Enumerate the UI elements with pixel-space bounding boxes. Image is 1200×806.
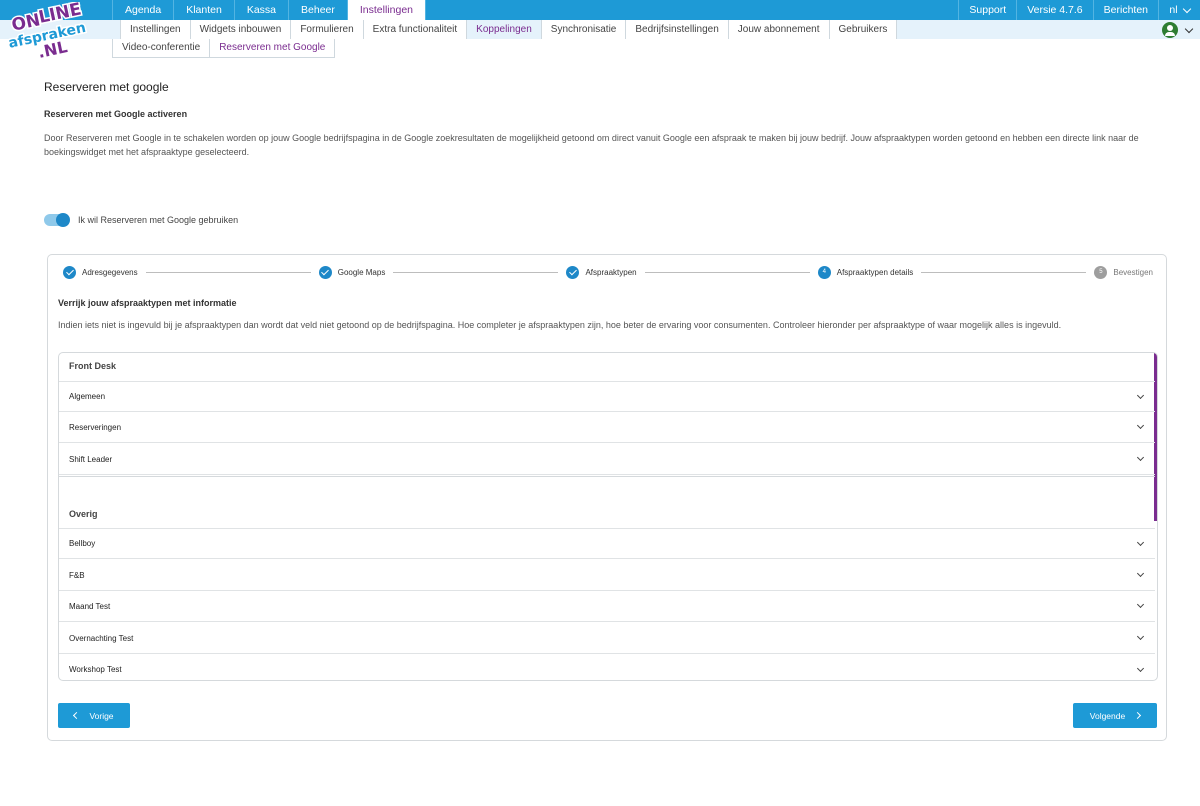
step-label: Afspraaktypen details <box>836 267 914 277</box>
row-label: F&B <box>69 570 85 580</box>
appointment-types-list: Front Desk Algemeen Reserveringen Shift … <box>58 352 1158 681</box>
chevron-down-icon <box>1182 4 1191 13</box>
wizard-card: Adresgegevens Google Maps Afspraaktypen … <box>47 254 1167 741</box>
settings-subnav: Instellingen Widgets inbouwen Formuliere… <box>120 20 898 39</box>
enable-google-toggle[interactable] <box>44 213 70 227</box>
subnav-synchronisatie[interactable]: Synchronisatie <box>541 20 627 39</box>
step-adresgegevens[interactable]: Adresgegevens <box>63 265 138 279</box>
section-description: Door Reserveren met Google in te schakel… <box>44 133 1139 157</box>
row-label: Overnachting Test <box>69 633 134 643</box>
user-menu[interactable] <box>1162 22 1194 38</box>
accordion-row-reserveringen[interactable]: Reserveringen <box>59 412 1155 443</box>
row-label: Algemeen <box>69 392 106 401</box>
chevron-down-icon <box>1136 632 1145 641</box>
koppelingen-subnav: Video-conferentie Reserveren met Google <box>112 39 336 58</box>
subnav-formulieren[interactable]: Formulieren <box>291 20 364 39</box>
chevron-down-icon <box>1184 24 1194 33</box>
accordion-row-shift-leader[interactable]: Shift Leader <box>59 444 1155 475</box>
step-connector <box>921 271 1087 273</box>
wizard-stepper: Adresgegevens Google Maps Afspraaktypen … <box>63 265 1153 279</box>
step-afspraaktypen[interactable]: Afspraaktypen <box>566 265 637 279</box>
step-label: Google Maps <box>337 267 386 277</box>
step-afspraaktypen-details[interactable]: 4 Afspraaktypen details <box>817 265 914 279</box>
nav-instellingen[interactable]: Instellingen <box>347 0 426 20</box>
tab-reserveren-met-google[interactable]: Reserveren met Google <box>210 39 336 58</box>
group-heading-front-desk: Front Desk <box>69 361 117 371</box>
chevron-down-icon <box>1136 600 1145 609</box>
support-link[interactable]: Support <box>958 0 1016 20</box>
top-right-nav: Support Versie 4.7.6 Berichten nl <box>958 0 1200 20</box>
step-label: Adresgegevens <box>82 267 138 277</box>
row-label: Workshop Test <box>69 665 122 674</box>
chevron-down-icon <box>1136 453 1145 462</box>
subnav-koppelingen[interactable]: Koppelingen <box>467 20 542 39</box>
subnav-jouw-abonnement[interactable]: Jouw abonnement <box>728 20 830 39</box>
step-number-badge: 5 <box>1094 265 1108 279</box>
check-circle-icon <box>566 265 580 279</box>
next-button[interactable]: Volgende <box>1073 703 1157 728</box>
subnav-widgets-inbouwen[interactable]: Widgets inbouwen <box>190 20 292 39</box>
tab-video-conferentie[interactable]: Video-conferentie <box>112 39 211 58</box>
accordion-row-algemeen[interactable]: Algemeen <box>59 381 1155 412</box>
nav-klanten[interactable]: Klanten <box>174 0 235 20</box>
chevron-down-icon <box>1136 569 1145 578</box>
check-circle-icon <box>63 265 76 279</box>
accordion-row-fb[interactable]: F&B <box>59 560 1155 591</box>
subnav-extra-functionaliteit[interactable]: Extra functionaliteit <box>363 20 468 39</box>
wizard-step-description: Indien iets niet is ingevuld bij je afsp… <box>58 320 1062 330</box>
user-avatar-icon <box>1162 22 1178 38</box>
toggle-label: Ik wil Reserveren met Google gebruiken <box>78 215 239 225</box>
onlineafspraken-logo[interactable]: ON LINE afspraken .NL <box>4 2 88 62</box>
step-google-maps[interactable]: Google Maps <box>318 265 386 279</box>
previous-button-label: Vorige <box>89 710 114 721</box>
step-label: Bevestigen <box>1113 267 1153 277</box>
step-connector <box>393 271 559 273</box>
row-label: Reserveringen <box>69 422 122 432</box>
chevron-down-icon <box>1136 421 1145 430</box>
toggle-knob <box>56 213 70 227</box>
step-bevestigen[interactable]: 5 Bevestigen <box>1094 265 1153 279</box>
accordion-row-overnachting-test[interactable]: Overnachting Test <box>59 623 1155 654</box>
messages-link[interactable]: Berichten <box>1092 0 1158 20</box>
previous-button[interactable]: Vorige <box>58 703 130 728</box>
language-selector[interactable]: nl <box>1158 0 1200 20</box>
step-label: Afspraaktypen <box>585 267 637 277</box>
chevron-right-icon <box>1134 711 1142 720</box>
row-label: Shift Leader <box>69 454 113 464</box>
step-connector <box>644 271 810 273</box>
chevron-down-icon <box>1136 391 1145 399</box>
step-number-badge: 4 <box>817 265 831 279</box>
version-link[interactable]: Versie 4.7.6 <box>1016 0 1092 20</box>
row-label: Bellboy <box>69 539 96 548</box>
subnav-bedrijfsinstellingen[interactable]: Bedrijfsinstellingen <box>626 20 729 39</box>
subnav-instellingen[interactable]: Instellingen <box>120 20 191 39</box>
next-button-label: Volgende <box>1089 710 1126 721</box>
wizard-step-title: Verrijk jouw afspraaktypen met informati… <box>58 298 237 308</box>
accordion-row-bellboy[interactable]: Bellboy <box>59 528 1155 559</box>
row-label: Maand Test <box>69 601 111 611</box>
chevron-left-icon <box>73 711 81 720</box>
nav-agenda[interactable]: Agenda <box>112 0 175 20</box>
main-nav: Agenda Klanten Kassa Beheer Instellingen <box>112 0 426 20</box>
enable-google-toggle-row: Ik wil Reserveren met Google gebruiken <box>44 213 239 227</box>
group-heading-overig: Overig <box>69 509 98 519</box>
language-value: nl <box>1169 4 1178 16</box>
top-navigation-bar: Agenda Klanten Kassa Beheer Instellingen… <box>0 0 1200 20</box>
subnav-gebruikers[interactable]: Gebruikers <box>829 20 898 39</box>
chevron-down-icon <box>1136 538 1145 546</box>
accordion-row-maand-test[interactable]: Maand Test <box>59 591 1155 622</box>
check-circle-icon <box>318 265 332 279</box>
nav-beheer[interactable]: Beheer <box>289 0 348 20</box>
section-title: Reserveren met Google activeren <box>44 109 188 119</box>
nav-kassa[interactable]: Kassa <box>235 0 290 20</box>
chevron-down-icon <box>1136 664 1145 672</box>
group-divider <box>59 476 1155 477</box>
step-connector <box>145 271 311 273</box>
accordion-row-workshop-test[interactable]: Workshop Test <box>59 654 1155 680</box>
page-title: Reserveren met google <box>44 80 169 94</box>
settings-subnav-bar: Instellingen Widgets inbouwen Formuliere… <box>0 20 1200 39</box>
